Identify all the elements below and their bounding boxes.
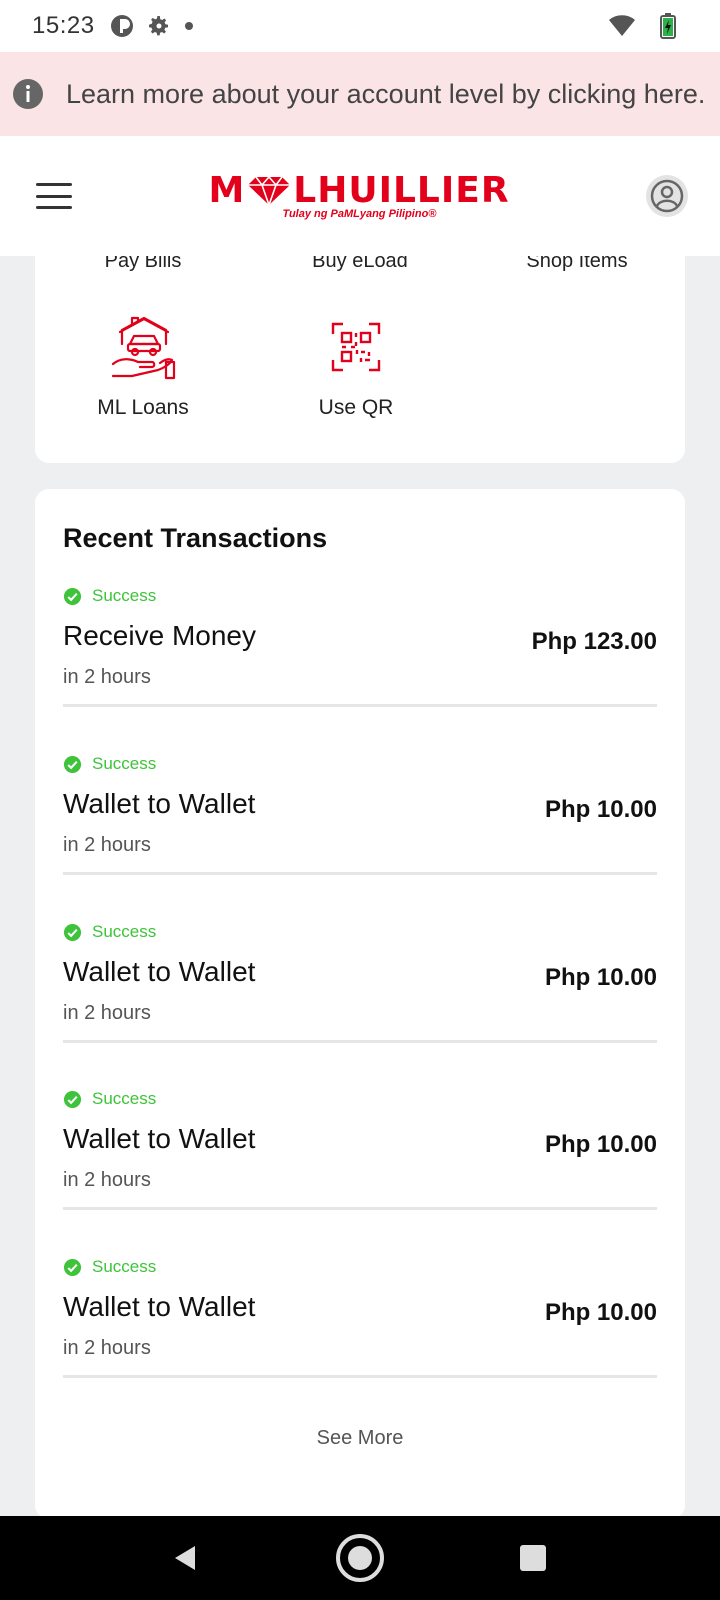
status-time: 15:23 [32,12,95,39]
dot-icon [183,20,195,32]
navigation-bar [0,1516,720,1600]
user-avatar-icon[interactable] [645,175,688,217]
transaction-amount: Php 123.00 [531,628,657,655]
divider [63,704,657,707]
status-badge: Success [63,1257,156,1277]
check-circle-icon [63,755,82,773]
status-badge: Success [63,586,156,606]
transaction-name: Wallet to Wallet [63,956,256,987]
info-icon [12,78,44,110]
qr-scan-icon [248,312,464,382]
see-more-link[interactable]: See More [35,1427,685,1450]
transaction-row[interactable]: Success Wallet to Wallet in 2 hours Php … [63,914,657,1082]
divider [63,1375,657,1378]
check-circle-icon [63,1258,82,1276]
ml-loans-label: ML Loans [97,396,189,419]
use-qr-label: Use QR [318,396,394,419]
status-text: Success [92,1089,157,1108]
divider [63,1207,657,1210]
transaction-row[interactable]: Success Wallet to Wallet in 2 hours Php … [63,1081,657,1249]
transaction-time: in 2 hours [63,834,151,856]
status-bar: 15:23 [0,0,720,52]
transaction-row[interactable]: Success Receive Money in 2 hours Php 123… [63,578,657,746]
transaction-amount: Php 10.00 [544,796,657,823]
transaction-name: Receive Money [63,620,256,651]
status-badge: Success [63,922,156,942]
service-use-qr[interactable]: Use QR [248,312,464,420]
transaction-name: Wallet to Wallet [63,1291,256,1322]
transaction-time: in 2 hours [63,1169,151,1191]
back-icon[interactable] [160,1516,210,1600]
transaction-amount: Php 10.00 [544,1299,657,1326]
gear-icon [147,14,171,38]
status-badge: Success [63,754,156,774]
status-text: Success [92,1257,157,1276]
status-text: Success [92,586,157,605]
mlhuillier-logo: M LHUILLIER Tulay ng PaMLyang Pilipino® [208,170,510,221]
status-text: Success [92,754,157,773]
recent-transactions-card: Recent Transactions Success Receive Mone… [35,489,685,1519]
diamond-icon [248,176,291,206]
transaction-time: in 2 hours [63,666,151,688]
transaction-row[interactable]: Success Wallet to Wallet in 2 hours Php … [63,746,657,914]
hamburger-icon[interactable] [36,183,72,209]
battery-icon [660,13,676,39]
home-icon[interactable] [335,1516,385,1600]
check-circle-icon [63,1090,82,1108]
service-ml-loans[interactable]: ML Loans [35,312,251,420]
divider [63,1040,657,1043]
check-circle-icon [63,923,82,941]
banner-text[interactable]: Learn more about your account level by c… [66,79,705,110]
wifi-icon [608,15,636,37]
logo-prefix: M [208,170,246,211]
transaction-name: Wallet to Wallet [63,1123,256,1154]
transaction-time: in 2 hours [63,1002,151,1024]
recent-transactions-title: Recent Transactions [63,523,328,553]
transaction-amount: Php 10.00 [544,1131,657,1158]
check-circle-icon [63,587,82,605]
house-car-hand-icon [35,312,251,382]
account-level-banner[interactable]: Learn more about your account level by c… [0,52,720,136]
divider [63,872,657,875]
app-header: M LHUILLIER Tulay ng PaMLyang Pilipino® [0,136,720,256]
transaction-row[interactable]: Success Wallet to Wallet in 2 hours Php … [63,1249,657,1417]
transaction-name: Wallet to Wallet [63,788,256,819]
status-text: Success [92,922,157,941]
transaction-amount: Php 10.00 [544,964,657,991]
transaction-time: in 2 hours [63,1337,151,1359]
recents-icon[interactable] [515,1516,551,1600]
logo-text: LHUILLIER [293,170,510,211]
status-badge: Success [63,1089,156,1109]
app-circle-icon [109,13,135,39]
